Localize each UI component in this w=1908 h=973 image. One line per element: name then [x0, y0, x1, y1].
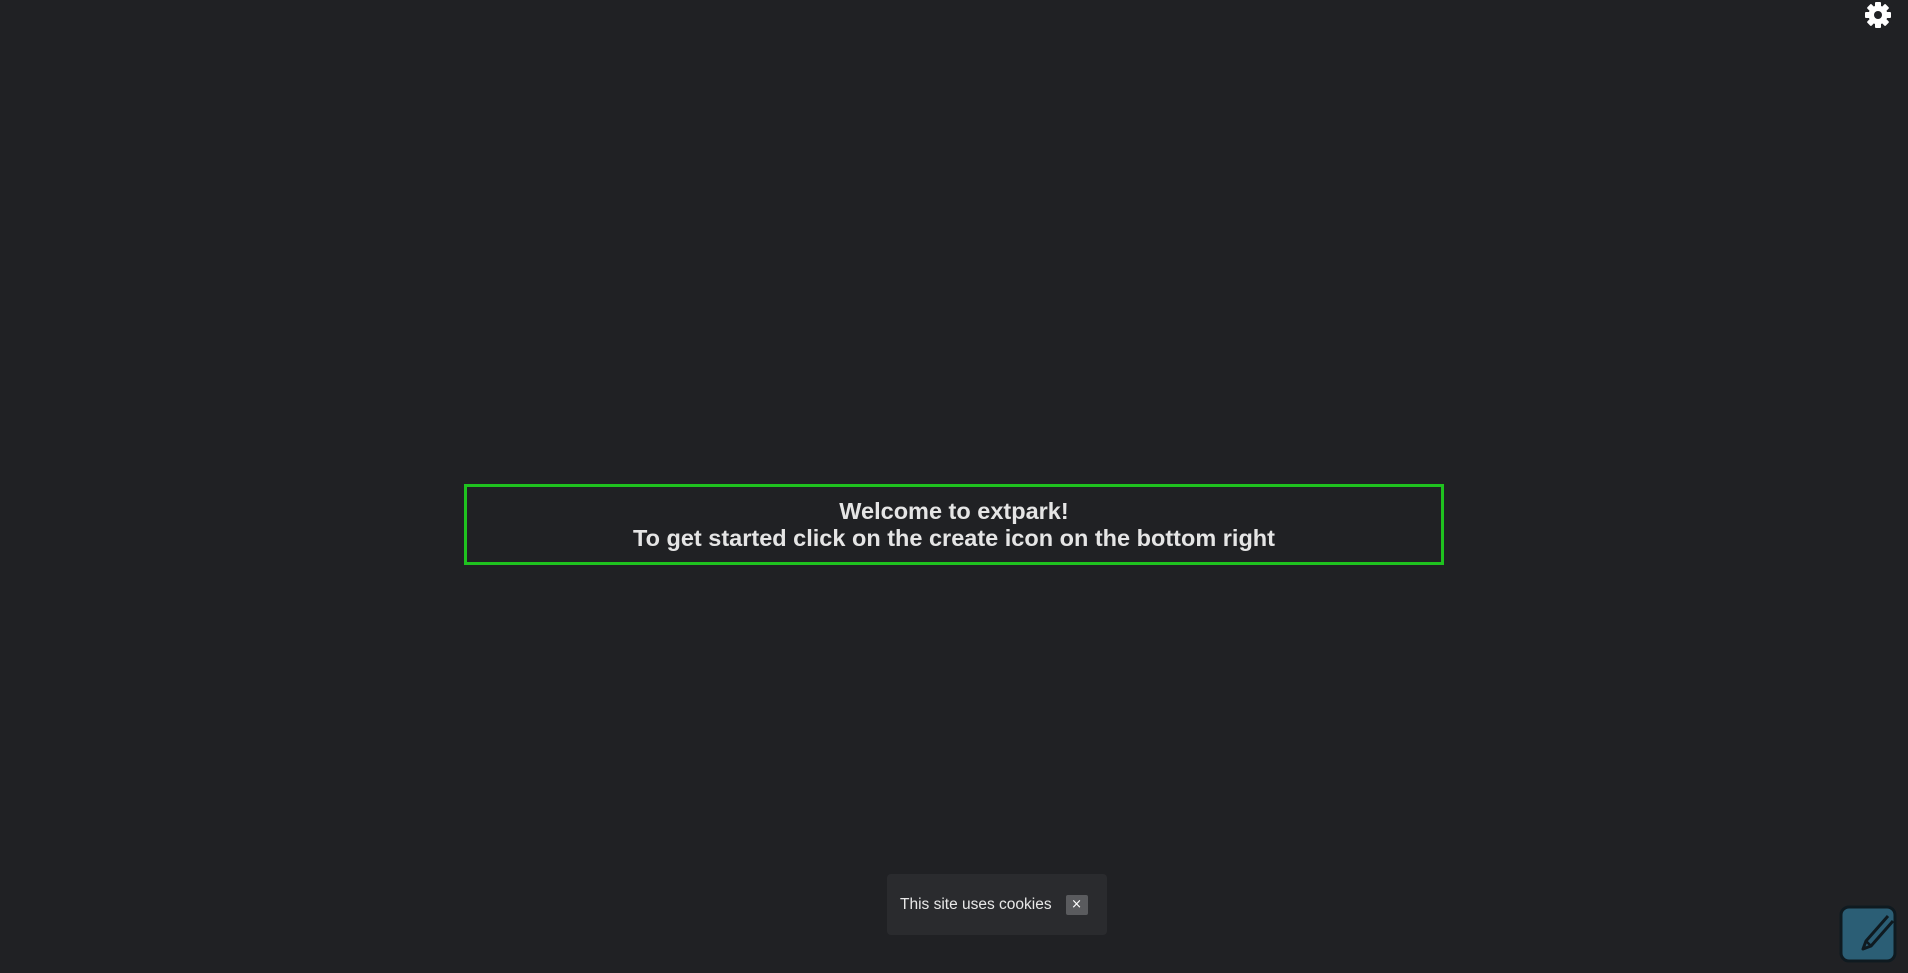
cookie-text: This site uses cookies [900, 895, 1052, 913]
cookie-close-button[interactable]: × [1065, 894, 1088, 915]
cookie-banner: This site uses cookies × [887, 874, 1107, 935]
welcome-message: Welcome to extpark! To get started click… [464, 484, 1444, 565]
settings-button[interactable] [1863, 0, 1893, 30]
welcome-title: Welcome to extpark! [839, 497, 1069, 524]
edit-icon [1839, 905, 1897, 963]
gear-icon [1865, 2, 1891, 28]
welcome-instructions: To get started click on the create icon … [633, 524, 1275, 551]
page: Welcome to extpark! To get started click… [0, 0, 1908, 973]
create-button[interactable] [1838, 904, 1898, 964]
